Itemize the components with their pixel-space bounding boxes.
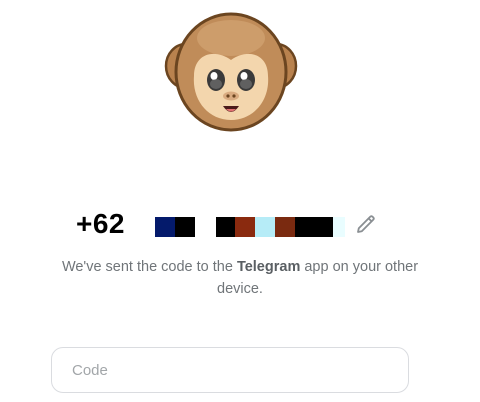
message-text-before: We've sent the code to the bbox=[61, 259, 237, 275]
pencil-icon[interactable] bbox=[354, 212, 378, 236]
code-sent-message: We've sent the code to the Telegram app … bbox=[40, 256, 440, 300]
phone-number-redacted-part-2 bbox=[216, 217, 345, 237]
code-input[interactable] bbox=[52, 348, 408, 392]
app-name: Telegram bbox=[236, 259, 301, 275]
phone-number: +62 bbox=[76, 206, 125, 242]
code-field bbox=[51, 347, 409, 393]
login-code-screen: +62 We've sent the code to the Telegram … bbox=[0, 0, 480, 402]
phone-country-code: +62 bbox=[76, 208, 125, 239]
monkey-avatar-icon bbox=[164, 12, 298, 132]
phone-number-redacted-part-1 bbox=[155, 217, 195, 237]
